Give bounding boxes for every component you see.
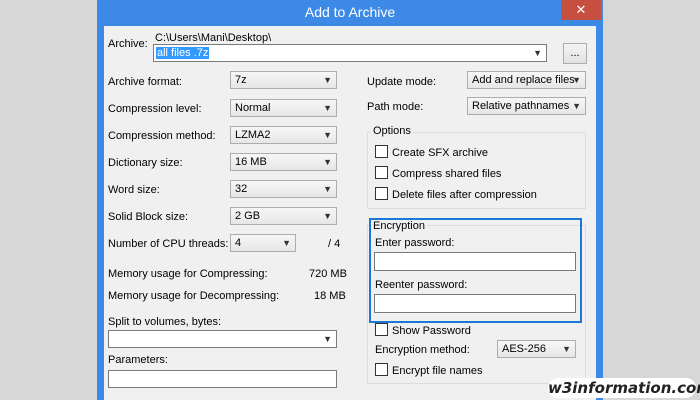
archive-path: C:\Users\Mani\Desktop\ xyxy=(155,32,272,44)
solid-block-value: 2 GB xyxy=(235,210,261,222)
compression-method-value: LZMA2 xyxy=(235,129,271,141)
cpu-threads-select[interactable]: 4 ▼ xyxy=(230,234,296,252)
compression-level-value: Normal xyxy=(235,102,271,114)
split-volumes-combo[interactable]: ▼ xyxy=(108,330,337,348)
encryption-title: Encryption xyxy=(371,220,427,232)
solid-block-select[interactable]: 2 GB ▼ xyxy=(230,207,337,225)
update-mode-select[interactable]: Add and replace files ▼ xyxy=(467,71,586,89)
close-button[interactable]: ✕ xyxy=(561,0,601,20)
dialog-body: Archive: C:\Users\Mani\Desktop\ all file… xyxy=(104,26,596,400)
cpu-threads-value: 4 xyxy=(235,237,242,249)
watermark-logo: w3information.com xyxy=(548,378,700,398)
reenter-password-input[interactable] xyxy=(374,294,576,313)
cpu-threads-max: / 4 xyxy=(328,238,341,250)
encrypt-names-label: Encrypt file names xyxy=(392,365,483,377)
checkbox-box[interactable] xyxy=(375,145,388,158)
reenter-password-label: Reenter password: xyxy=(375,279,468,291)
chevron-down-icon: ▼ xyxy=(562,344,571,354)
archive-format-value: 7z xyxy=(235,74,247,86)
encryption-method-select[interactable]: AES-256 ▼ xyxy=(497,340,576,358)
delete-after-label: Delete files after compression xyxy=(392,189,537,201)
encryption-method-label: Encryption method: xyxy=(375,344,470,356)
chevron-down-icon: ▼ xyxy=(323,103,332,113)
chevron-down-icon: ▼ xyxy=(533,48,542,58)
chevron-down-icon: ▼ xyxy=(323,211,332,221)
dictionary-size-label: Dictionary size: xyxy=(108,157,183,169)
archive-format-select[interactable]: 7z ▼ xyxy=(230,71,337,89)
show-password-checkbox[interactable]: Show Password xyxy=(375,323,471,337)
chevron-down-icon: ▼ xyxy=(323,334,332,344)
compress-shared-label: Compress shared files xyxy=(392,168,502,180)
encryption-method-value: AES-256 xyxy=(502,343,547,355)
compression-method-select[interactable]: LZMA2 ▼ xyxy=(230,126,337,144)
window-title: Add to Archive xyxy=(304,4,396,20)
chevron-down-icon: ▼ xyxy=(323,130,332,140)
chevron-down-icon: ▼ xyxy=(572,101,581,111)
checkbox-box[interactable] xyxy=(375,187,388,200)
dictionary-size-value: 16 MB xyxy=(235,156,267,168)
encrypt-names-checkbox[interactable]: Encrypt file names xyxy=(375,363,482,377)
sfx-label: Create SFX archive xyxy=(392,147,488,159)
memory-compress-value: 720 MB xyxy=(309,268,347,280)
update-mode-label: Update mode: xyxy=(367,76,437,88)
word-size-value: 32 xyxy=(235,183,248,195)
compress-shared-checkbox[interactable]: Compress shared files xyxy=(375,166,501,180)
enter-password-input[interactable] xyxy=(374,252,576,271)
compression-method-label: Compression method: xyxy=(108,130,216,142)
archive-format-label: Archive format: xyxy=(108,76,182,88)
chevron-down-icon: ▼ xyxy=(323,157,332,167)
checkbox-box[interactable] xyxy=(375,323,388,336)
show-password-label: Show Password xyxy=(392,325,471,337)
memory-compress-label: Memory usage for Compressing: xyxy=(108,268,268,280)
close-icon: ✕ xyxy=(575,2,587,17)
word-size-label: Word size: xyxy=(108,184,160,196)
cpu-threads-label: Number of CPU threads: xyxy=(108,238,229,250)
delete-after-checkbox[interactable]: Delete files after compression xyxy=(375,187,537,201)
parameters-input[interactable] xyxy=(108,370,337,388)
add-to-archive-window: Add to Archive ✕ Archive: C:\Users\Mani\… xyxy=(97,0,603,400)
checkbox-box[interactable] xyxy=(375,363,388,376)
chevron-down-icon: ▼ xyxy=(572,75,581,85)
compression-level-select[interactable]: Normal ▼ xyxy=(230,99,337,117)
parameters-label: Parameters: xyxy=(108,354,168,366)
split-volumes-label: Split to volumes, bytes: xyxy=(108,316,222,328)
memory-decompress-value: 18 MB xyxy=(314,290,346,302)
options-title: Options xyxy=(371,125,413,137)
path-mode-select[interactable]: Relative pathnames ▼ xyxy=(467,97,586,115)
browse-button[interactable]: ... xyxy=(563,43,587,64)
memory-decompress-label: Memory usage for Decompressing: xyxy=(108,290,280,302)
archive-name-selected: all files .7z xyxy=(156,47,210,59)
path-mode-label: Path mode: xyxy=(367,101,424,113)
chevron-down-icon: ▼ xyxy=(323,75,332,85)
checkbox-box[interactable] xyxy=(375,166,388,179)
chevron-down-icon: ▼ xyxy=(282,238,291,248)
update-mode-value: Add and replace files xyxy=(472,74,575,86)
path-mode-value: Relative pathnames xyxy=(472,100,570,112)
archive-label: Archive: xyxy=(108,38,148,50)
solid-block-label: Solid Block size: xyxy=(108,211,189,223)
compression-level-label: Compression level: xyxy=(108,103,202,115)
dictionary-size-select[interactable]: 16 MB ▼ xyxy=(230,153,337,171)
sfx-checkbox[interactable]: Create SFX archive xyxy=(375,145,488,159)
enter-password-label: Enter password: xyxy=(375,237,455,249)
archive-name-combo[interactable]: all files .7z ▼ xyxy=(153,44,547,62)
word-size-select[interactable]: 32 ▼ xyxy=(230,180,337,198)
chevron-down-icon: ▼ xyxy=(323,184,332,194)
